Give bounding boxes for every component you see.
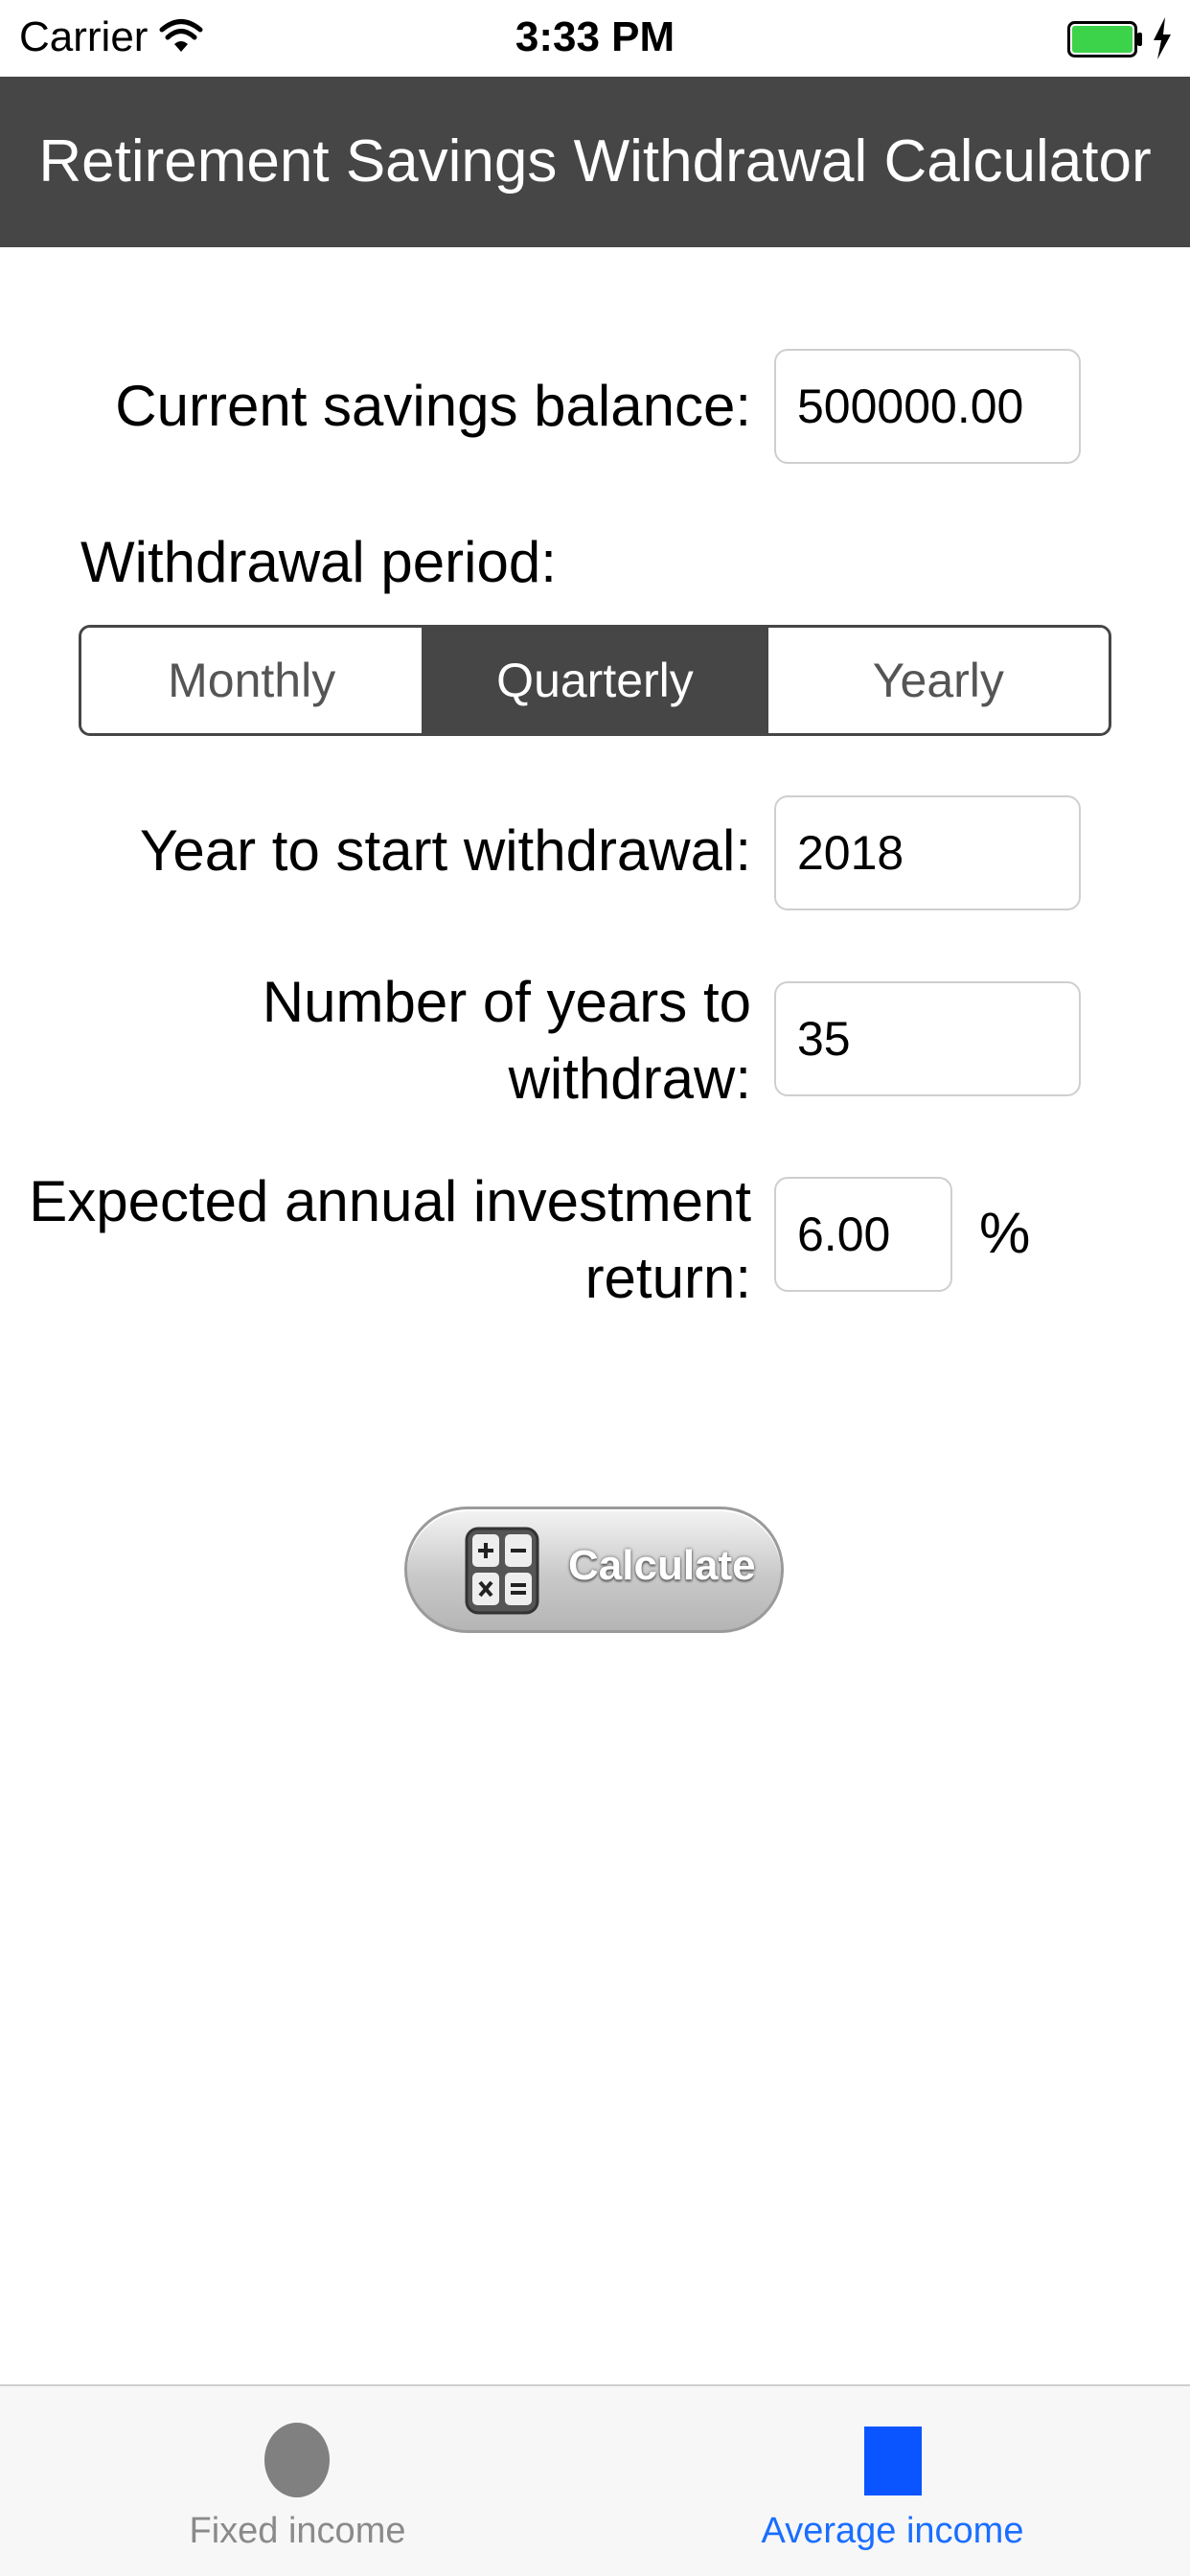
tab-average-income[interactable]: Average income — [595, 2386, 1190, 2576]
segment-quarterly[interactable]: Quarterly — [424, 628, 768, 733]
savings-balance-label: Current savings balance: — [115, 374, 751, 438]
navigation-bar: Retirement Savings Withdrawal Calculator — [0, 77, 1190, 247]
calculate-button-label: Calculate — [568, 1542, 756, 1589]
start-year-label: Year to start withdrawal: — [139, 818, 751, 883]
calculator-icon — [465, 1527, 539, 1615]
return-label-line1: Expected annual investment — [29, 1169, 751, 1233]
circle-icon — [264, 2423, 330, 2497]
annual-return-label: Expected annual investment return: — [29, 1163, 751, 1317]
years-to-withdraw-input[interactable] — [774, 981, 1081, 1096]
savings-balance-input[interactable] — [774, 349, 1081, 464]
start-year-input[interactable] — [774, 795, 1081, 910]
status-time: 3:33 PM — [515, 13, 675, 60]
status-bar: Carrier 3:33 PM — [0, 0, 1190, 77]
years-label-line2: withdraw: — [508, 1046, 751, 1111]
square-icon — [864, 2426, 922, 2496]
calculate-button[interactable]: Calculate — [404, 1506, 784, 1633]
segment-yearly[interactable]: Yearly — [767, 628, 1109, 733]
years-to-withdraw-label: Number of years to withdraw: — [263, 964, 751, 1117]
tab-bar: Fixed income Average income — [0, 2384, 1190, 2576]
tab-fixed-income[interactable]: Fixed income — [0, 2386, 595, 2576]
charging-bolt-icon — [1154, 17, 1171, 59]
withdrawal-period-segmented-control: Monthly Quarterly Yearly — [79, 625, 1111, 736]
annual-return-input[interactable] — [774, 1177, 952, 1292]
withdrawal-period-label: Withdrawal period: — [80, 530, 557, 594]
page-title: Retirement Savings Withdrawal Calculator — [38, 128, 1152, 195]
percent-unit-label: % — [979, 1201, 1031, 1265]
battery-icon — [1067, 21, 1142, 58]
tab-fixed-income-label: Fixed income — [189, 2511, 406, 2551]
return-label-line2: return: — [584, 1246, 751, 1310]
tab-average-income-label: Average income — [761, 2511, 1024, 2551]
years-label-line1: Number of years to — [262, 970, 751, 1034]
segment-monthly[interactable]: Monthly — [81, 628, 425, 733]
